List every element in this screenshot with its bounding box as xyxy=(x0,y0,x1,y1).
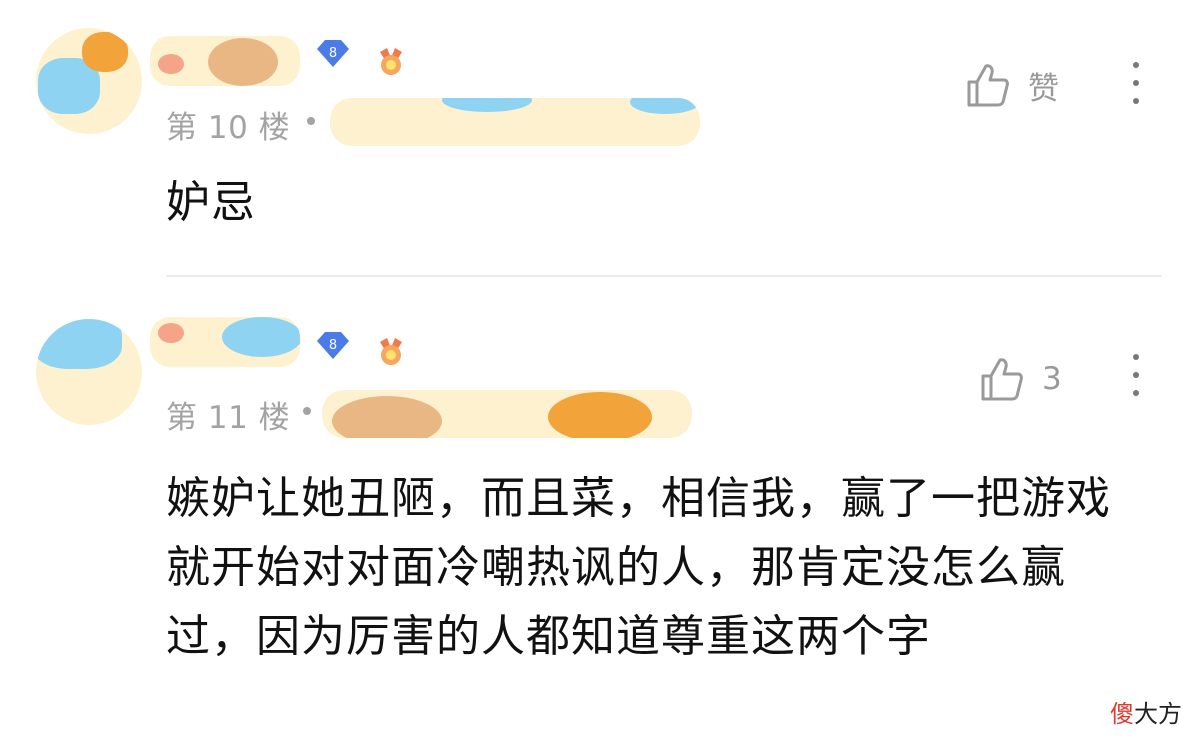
avatar[interactable] xyxy=(36,28,142,134)
like-count: 3 xyxy=(1042,361,1062,397)
floor-number: 第 10 楼 xyxy=(166,110,291,146)
meta-separator xyxy=(307,117,315,125)
meta-blurred xyxy=(322,390,692,438)
more-options-icon[interactable] xyxy=(1131,62,1141,106)
meta-blurred xyxy=(330,98,700,146)
comment-floor-11: 8 第 11 楼 3 嫉妒让她丑陋，而且菜，相信我，赢了一把游戏就开始对对面冷嘲… xyxy=(0,277,1200,751)
comment-text: 妒忌 xyxy=(166,177,256,228)
meta-separator xyxy=(303,407,311,415)
level-badge-icon: 8 xyxy=(317,332,349,359)
thumbs-up-icon xyxy=(981,358,1023,401)
thumbs-up-icon xyxy=(967,64,1009,107)
medal-icon xyxy=(380,338,402,365)
medal-icon xyxy=(380,48,402,75)
like-button[interactable]: 3 xyxy=(980,356,1062,402)
like-button[interactable]: 赞 xyxy=(966,62,1059,108)
comment-floor-10: 8 第 10 楼 赞 妒忌 xyxy=(0,0,1200,277)
username-blurred[interactable] xyxy=(150,317,300,367)
more-options-icon[interactable] xyxy=(1131,354,1141,398)
watermark-rest: 大方 xyxy=(1134,700,1182,728)
level-badge-icon: 8 xyxy=(317,40,349,67)
avatar[interactable] xyxy=(36,319,142,425)
watermark: 傻大方 xyxy=(1110,694,1182,729)
level-number: 8 xyxy=(329,46,337,61)
like-count: 赞 xyxy=(1028,70,1059,107)
watermark-accent: 傻 xyxy=(1110,700,1134,728)
level-number: 8 xyxy=(329,338,337,353)
floor-number: 第 11 楼 xyxy=(166,400,291,436)
comment-text: 嫉妒让她丑陋，而且菜，相信我，赢了一把游戏就开始对对面冷嘲热讽的人，那肯定没怎么… xyxy=(166,473,1111,662)
username-blurred[interactable] xyxy=(150,36,300,86)
